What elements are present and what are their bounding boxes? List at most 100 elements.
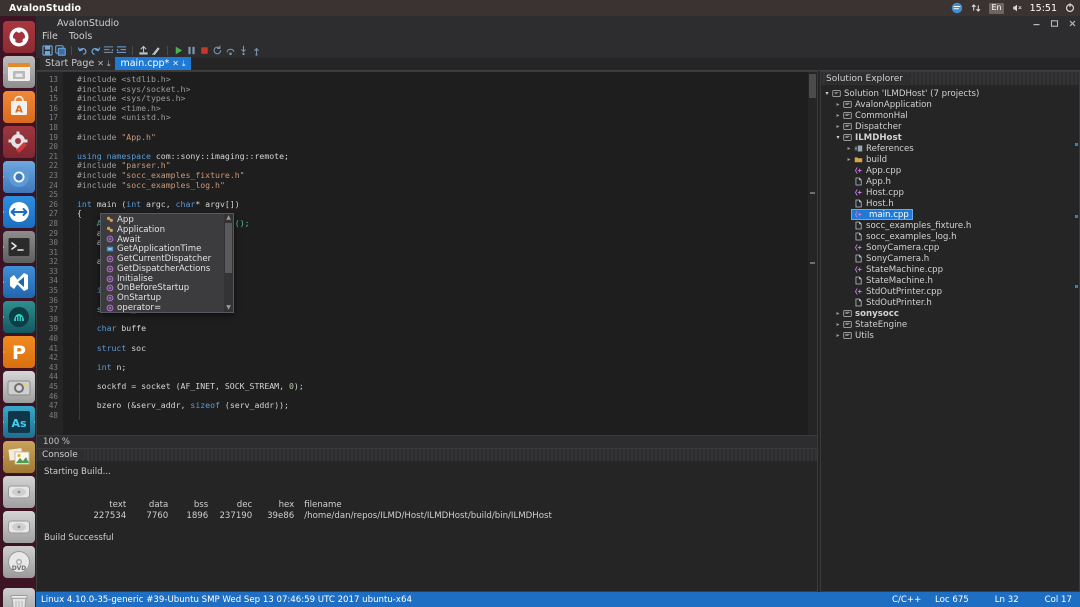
outdent-icon[interactable] (103, 45, 114, 56)
pause-icon[interactable] (186, 45, 197, 56)
pin-icon[interactable]: ⤓ (182, 59, 186, 68)
network-icon[interactable] (970, 0, 982, 16)
autocomplete-item[interactable]: GetDispatcherActions (101, 264, 224, 274)
files-icon[interactable] (3, 56, 35, 88)
autocomplete-item[interactable]: App (101, 215, 224, 225)
restart-icon[interactable] (212, 45, 223, 56)
zoom-level-label[interactable]: 100 % (43, 437, 70, 447)
editor-vertical-scrollbar[interactable] (808, 72, 817, 435)
step-into-icon[interactable] (238, 45, 249, 56)
dvd-icon[interactable]: DVD (3, 546, 35, 578)
maximize-icon[interactable] (1050, 19, 1059, 28)
clean-icon[interactable] (151, 45, 162, 56)
tree-item[interactable]: socc_examples_fixture.h (821, 220, 1079, 231)
camera-icon[interactable] (3, 371, 35, 403)
menu-tools[interactable]: Tools (69, 31, 92, 42)
save-all-icon[interactable] (55, 45, 66, 56)
console-panel-header[interactable]: Console (37, 449, 817, 461)
messaging-icon[interactable] (951, 0, 963, 16)
step-out-icon[interactable] (251, 45, 262, 56)
tree-item[interactable]: ▸ StateEngine (821, 319, 1079, 330)
solution-tree[interactable]: ▾ Solution 'ILMDHost' (7 projects) ▸ Avalon… (821, 85, 1079, 341)
ubuntu-dash-icon[interactable] (3, 21, 35, 53)
tab-start-page[interactable]: Start Page ✕ ⤓ (40, 57, 116, 70)
stop-icon[interactable] (199, 45, 210, 56)
visual-studio-code-icon[interactable] (3, 266, 35, 298)
autocomplete-list[interactable]: App Application Await GetApplicationTime Get… (101, 214, 224, 313)
power-gear-icon[interactable] (1064, 0, 1076, 16)
tree-item[interactable]: ▾ ILMDHost (821, 132, 1079, 143)
chevron-down-icon[interactable]: ▾ (823, 90, 831, 97)
disk-drive-2-icon[interactable] (3, 511, 35, 543)
teamviewer-icon[interactable] (3, 196, 35, 228)
tree-item[interactable]: ▸ References (821, 143, 1079, 154)
tree-item[interactable]: ▸ Utils (821, 330, 1079, 341)
autocomplete-scrollbar[interactable]: ▲ ▼ (224, 214, 233, 312)
disk-drive-icon[interactable] (3, 476, 35, 508)
chevron-right-icon[interactable]: ▸ (834, 123, 842, 130)
autocomplete-item[interactable]: Initialise (101, 274, 224, 284)
software-center-icon[interactable]: A (3, 91, 35, 123)
solution-explorer-header[interactable]: Solution Explorer (821, 72, 1079, 85)
autocomplete-item[interactable]: operator= (101, 303, 224, 313)
save-icon[interactable] (42, 45, 53, 56)
autocomplete-popup[interactable]: App Application Await GetApplicationTime Get… (100, 213, 234, 313)
close-icon[interactable]: ✕ (172, 59, 179, 68)
avalonstudio-icon[interactable] (3, 301, 35, 333)
scroll-up-icon[interactable]: ▲ (226, 214, 231, 222)
undo-icon[interactable] (77, 45, 88, 56)
tree-item[interactable]: App.cpp (821, 165, 1079, 176)
scroll-down-icon[interactable]: ▼ (226, 304, 231, 312)
chevron-right-icon[interactable]: ▸ (845, 156, 853, 163)
volume-muted-icon[interactable] (1011, 0, 1023, 16)
pin-icon[interactable]: ⤓ (107, 59, 111, 68)
menu-file[interactable]: File (42, 31, 58, 42)
indent-icon[interactable] (116, 45, 127, 56)
tree-item[interactable]: StdOutPrinter.cpp (821, 286, 1079, 297)
chevron-right-icon[interactable]: ▸ (834, 101, 842, 108)
tree-item[interactable]: Host.cpp (821, 187, 1079, 198)
chevron-right-icon[interactable]: ▸ (834, 321, 842, 328)
chromium-icon[interactable] (3, 161, 35, 193)
autocomplete-item[interactable]: GetApplicationTime (101, 244, 224, 254)
console-output[interactable]: Starting Build... text data bss dec hex filen… (37, 461, 817, 591)
chevron-right-icon[interactable]: ▸ (834, 112, 842, 119)
step-over-icon[interactable] (225, 45, 236, 56)
autocomplete-item[interactable]: OnStartup (101, 293, 224, 303)
tree-item[interactable]: StdOutPrinter.h (821, 297, 1079, 308)
scrollbar-thumb[interactable] (809, 74, 816, 98)
chevron-down-icon[interactable]: ▾ (834, 134, 842, 141)
close-icon[interactable] (1068, 19, 1077, 28)
tree-item[interactable]: App.h (821, 176, 1079, 187)
terminal-icon[interactable] (3, 231, 35, 263)
tree-item[interactable]: Host.h (821, 198, 1079, 209)
autocomplete-item[interactable]: OnBeforeStartup (101, 283, 224, 293)
chevron-right-icon[interactable]: ▸ (845, 145, 853, 152)
tree-item[interactable]: StateMachine.cpp (821, 264, 1079, 275)
pencil-project-icon[interactable]: P (3, 336, 35, 368)
build-icon[interactable] (138, 45, 149, 56)
tree-item[interactable]: ▸ Dispatcher (821, 121, 1079, 132)
tree-item[interactable]: ▸ CommonHal (821, 110, 1079, 121)
tab-main-cpp[interactable]: main.cpp* ✕ ⤓ (115, 57, 191, 70)
tree-item[interactable]: socc_examples_log.h (821, 231, 1079, 242)
autocomplete-item[interactable]: Application (101, 225, 224, 235)
tree-item[interactable]: ▸ AvalonApplication (821, 99, 1079, 110)
scrollbar-thumb[interactable] (225, 223, 232, 273)
minimize-icon[interactable] (1032, 19, 1041, 28)
tree-item[interactable]: ▸ build (821, 154, 1079, 165)
chevron-right-icon[interactable]: ▸ (834, 310, 842, 317)
tree-item-selected[interactable]: main.cpp (821, 209, 1079, 220)
keyboard-layout-icon[interactable]: En (989, 0, 1004, 16)
tree-item[interactable]: ▸ sonysocc (821, 308, 1079, 319)
tree-item[interactable]: StateMachine.h (821, 275, 1079, 286)
tree-item[interactable]: SonyCamera.h (821, 253, 1079, 264)
autocomplete-item[interactable]: GetCurrentDispatcher (101, 254, 224, 264)
chevron-right-icon[interactable]: ▸ (834, 332, 842, 339)
shotwell-icon[interactable] (3, 441, 35, 473)
autocomplete-item[interactable]: Await (101, 235, 224, 245)
system-settings-icon[interactable] (3, 126, 35, 158)
tree-item[interactable]: ▾ Solution 'ILMDHost' (7 projects) (821, 88, 1079, 99)
clock[interactable]: 15:51 (1030, 0, 1057, 16)
tree-item[interactable]: SonyCamera.cpp (821, 242, 1079, 253)
